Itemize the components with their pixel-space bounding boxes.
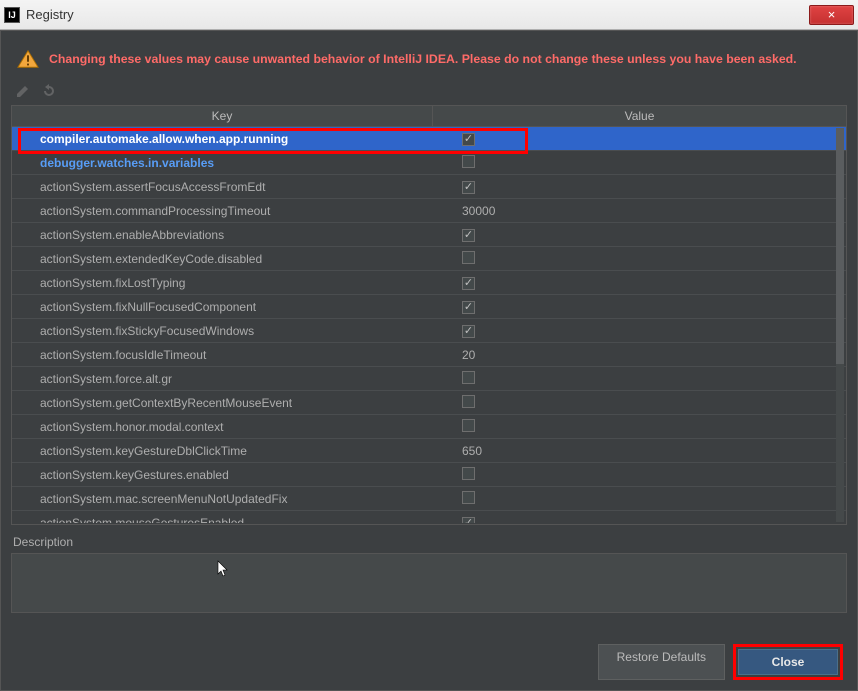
description-label: Description bbox=[11, 525, 847, 553]
table-row[interactable]: actionSystem.honor.modal.context bbox=[12, 415, 846, 439]
checkbox[interactable] bbox=[462, 467, 475, 480]
restore-defaults-button[interactable]: Restore Defaults bbox=[598, 644, 725, 680]
description-box bbox=[11, 553, 847, 613]
column-header-value[interactable]: Value bbox=[433, 106, 846, 126]
annotation-highlight-close: Close bbox=[733, 644, 843, 680]
warning-icon bbox=[17, 49, 39, 69]
cell-value[interactable] bbox=[432, 179, 846, 194]
app-icon: IJ bbox=[4, 7, 20, 23]
cell-key: actionSystem.mac.screenMenuNotUpdatedFix bbox=[12, 492, 432, 506]
cell-key: actionSystem.fixStickyFocusedWindows bbox=[12, 324, 432, 338]
dialog-body: Changing these values may cause unwanted… bbox=[0, 30, 858, 691]
window-titlebar: IJ Registry × bbox=[0, 0, 858, 30]
checkbox[interactable] bbox=[462, 517, 475, 523]
window-close-button[interactable]: × bbox=[809, 5, 854, 25]
cell-value[interactable] bbox=[432, 467, 846, 483]
cell-value[interactable] bbox=[432, 323, 846, 338]
table-row[interactable]: actionSystem.fixNullFocusedComponent bbox=[12, 295, 846, 319]
table-row[interactable]: actionSystem.keyGestureDblClickTime650 bbox=[12, 439, 846, 463]
cell-value[interactable] bbox=[432, 515, 846, 523]
checkbox[interactable] bbox=[462, 229, 475, 242]
checkbox[interactable] bbox=[462, 133, 475, 146]
checkbox[interactable] bbox=[462, 491, 475, 504]
vertical-scrollbar[interactable] bbox=[836, 128, 844, 522]
table-row[interactable]: actionSystem.enableAbbreviations bbox=[12, 223, 846, 247]
cell-value[interactable]: 20 bbox=[432, 348, 846, 362]
table-row[interactable]: actionSystem.mac.screenMenuNotUpdatedFix bbox=[12, 487, 846, 511]
cell-key: actionSystem.assertFocusAccessFromEdt bbox=[12, 180, 432, 194]
cell-key: actionSystem.focusIdleTimeout bbox=[12, 348, 432, 362]
cursor-icon bbox=[217, 560, 231, 582]
cell-value[interactable] bbox=[432, 371, 846, 387]
checkbox[interactable] bbox=[462, 301, 475, 314]
table-row[interactable]: actionSystem.force.alt.gr bbox=[12, 367, 846, 391]
cell-key: actionSystem.mouseGesturesEnabled bbox=[12, 516, 432, 524]
cell-key: actionSystem.force.alt.gr bbox=[12, 372, 432, 386]
cell-value[interactable] bbox=[432, 299, 846, 314]
checkbox[interactable] bbox=[462, 155, 475, 168]
cell-value[interactable]: 650 bbox=[432, 444, 846, 458]
cell-value[interactable] bbox=[432, 275, 846, 290]
cell-key: actionSystem.getContextByRecentMouseEven… bbox=[12, 396, 432, 410]
table-row[interactable]: actionSystem.fixStickyFocusedWindows bbox=[12, 319, 846, 343]
checkbox[interactable] bbox=[462, 419, 475, 432]
table-body[interactable]: compiler.automake.allow.when.app.running… bbox=[12, 127, 846, 523]
table-row[interactable]: actionSystem.keyGestures.enabled bbox=[12, 463, 846, 487]
checkbox[interactable] bbox=[462, 395, 475, 408]
cell-key: actionSystem.fixLostTyping bbox=[12, 276, 432, 290]
table-row[interactable]: actionSystem.fixLostTyping bbox=[12, 271, 846, 295]
table-row[interactable]: actionSystem.extendedKeyCode.disabled bbox=[12, 247, 846, 271]
table-row[interactable]: actionSystem.commandProcessingTimeout300… bbox=[12, 199, 846, 223]
table-row[interactable]: actionSystem.getContextByRecentMouseEven… bbox=[12, 391, 846, 415]
revert-icon[interactable] bbox=[41, 83, 57, 99]
checkbox[interactable] bbox=[462, 251, 475, 264]
cell-value[interactable] bbox=[432, 491, 846, 507]
cell-key: actionSystem.extendedKeyCode.disabled bbox=[12, 252, 432, 266]
cell-value[interactable] bbox=[432, 155, 846, 171]
cell-key: actionSystem.commandProcessingTimeout bbox=[12, 204, 432, 218]
warning-text: Changing these values may cause unwanted… bbox=[49, 52, 797, 66]
toolbar bbox=[11, 81, 847, 105]
cell-value[interactable] bbox=[432, 419, 846, 435]
cell-key: actionSystem.enableAbbreviations bbox=[12, 228, 432, 242]
cell-key: actionSystem.honor.modal.context bbox=[12, 420, 432, 434]
cell-value[interactable] bbox=[432, 131, 846, 146]
cell-key: compiler.automake.allow.when.app.running bbox=[12, 132, 432, 146]
cell-value[interactable] bbox=[432, 251, 846, 267]
close-icon: × bbox=[828, 7, 836, 22]
checkbox[interactable] bbox=[462, 277, 475, 290]
cell-value[interactable] bbox=[432, 395, 846, 411]
registry-table: Key Value compiler.automake.allow.when.a… bbox=[11, 105, 847, 525]
dialog-footer: Restore Defaults Close bbox=[11, 630, 847, 680]
cell-key: actionSystem.keyGestureDblClickTime bbox=[12, 444, 432, 458]
cell-value[interactable] bbox=[432, 227, 846, 242]
table-row[interactable]: compiler.automake.allow.when.app.running bbox=[12, 127, 846, 151]
warning-banner: Changing these values may cause unwanted… bbox=[11, 41, 847, 81]
checkbox[interactable] bbox=[462, 371, 475, 384]
edit-icon[interactable] bbox=[15, 83, 31, 99]
column-header-key[interactable]: Key bbox=[12, 106, 433, 126]
cell-value[interactable]: 30000 bbox=[432, 204, 846, 218]
table-row[interactable]: actionSystem.focusIdleTimeout20 bbox=[12, 343, 846, 367]
table-row[interactable]: actionSystem.assertFocusAccessFromEdt bbox=[12, 175, 846, 199]
table-row[interactable]: actionSystem.mouseGesturesEnabled bbox=[12, 511, 846, 523]
checkbox[interactable] bbox=[462, 325, 475, 338]
cell-key: debugger.watches.in.variables bbox=[12, 156, 432, 170]
cell-key: actionSystem.keyGestures.enabled bbox=[12, 468, 432, 482]
table-header: Key Value bbox=[12, 106, 846, 127]
close-button[interactable]: Close bbox=[738, 649, 838, 675]
checkbox[interactable] bbox=[462, 181, 475, 194]
cell-key: actionSystem.fixNullFocusedComponent bbox=[12, 300, 432, 314]
table-row[interactable]: debugger.watches.in.variables bbox=[12, 151, 846, 175]
window-title: Registry bbox=[26, 7, 809, 22]
